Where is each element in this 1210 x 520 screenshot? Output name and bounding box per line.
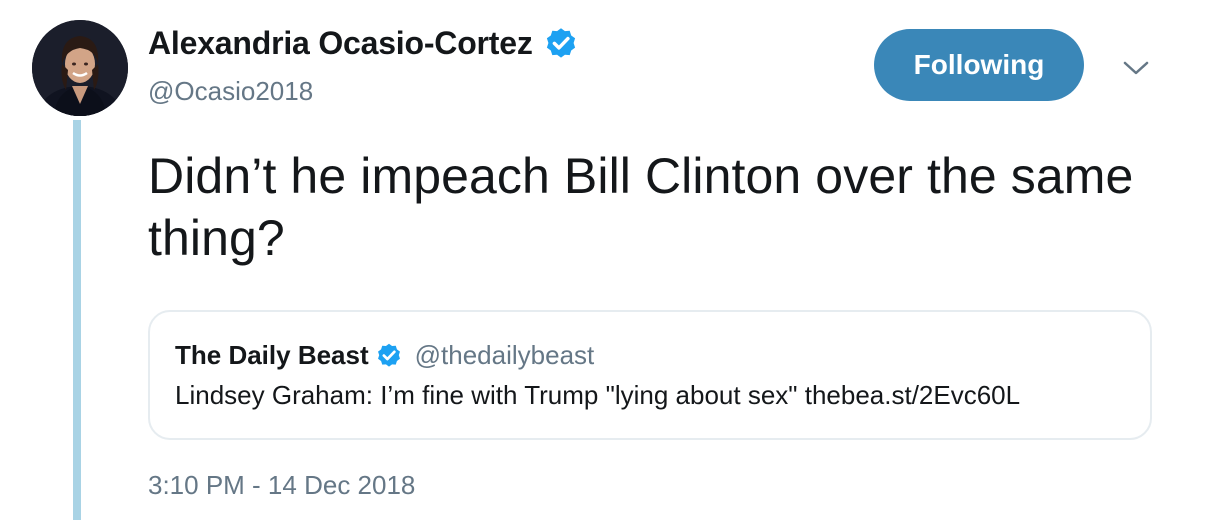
quoted-author-name: The Daily Beast <box>175 340 369 370</box>
quoted-author-handle: @thedailybeast <box>414 340 595 370</box>
quoted-tweet-text: Lindsey Graham: I’m fine with Trump "lyi… <box>175 380 1021 410</box>
chevron-down-icon[interactable] <box>1118 54 1154 82</box>
tweet-timestamp[interactable]: 3:10 PM - 14 Dec 2018 <box>148 470 415 501</box>
avatar[interactable] <box>32 20 128 116</box>
avatar-photo <box>32 20 128 116</box>
quoted-tweet-header: The Daily Beast @thedailybeast <box>175 340 594 371</box>
quoted-tweet-card[interactable]: The Daily Beast @thedailybeast Lindsey G… <box>148 310 1152 440</box>
tweet-text: Didn’t he impeach Bill Clinton over the … <box>148 148 1134 266</box>
verified-badge-icon <box>543 26 579 62</box>
author-name-row[interactable]: Alexandria Ocasio-Cortez <box>148 25 579 62</box>
thread-line <box>73 120 81 520</box>
tweet-card: Alexandria Ocasio-Cortez @Ocasio2018 Fol… <box>0 0 1210 520</box>
author-handle[interactable]: @Ocasio2018 <box>148 76 313 107</box>
following-button[interactable]: Following <box>874 29 1084 101</box>
author-display-name[interactable]: Alexandria Ocasio-Cortez <box>148 25 533 62</box>
verified-badge-icon <box>375 342 403 370</box>
